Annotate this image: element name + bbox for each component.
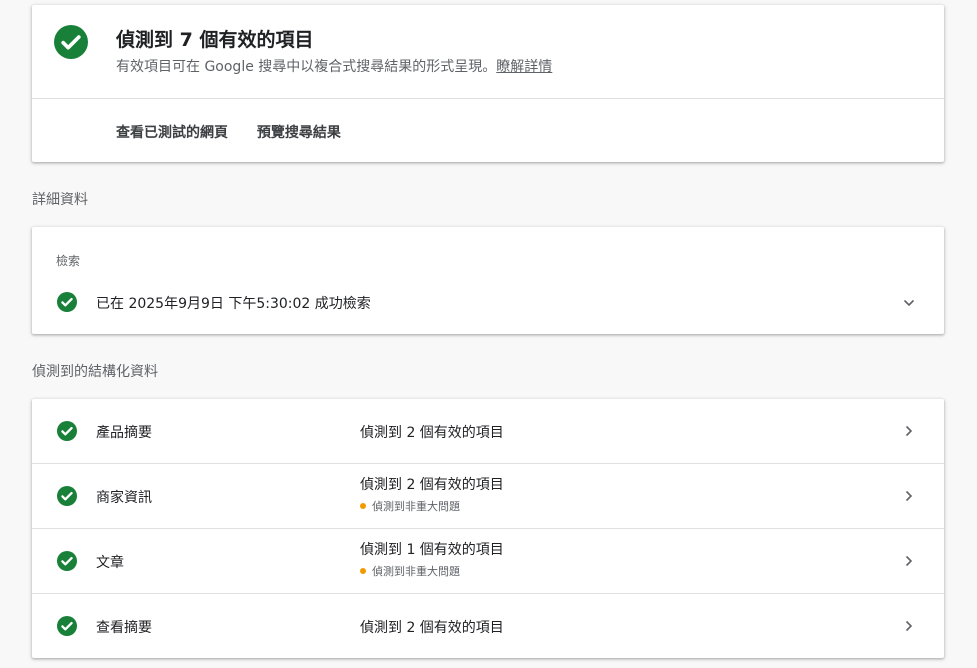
structured-data-card: 產品摘要 偵測到 2 個有效的項目 商家資訊 偵測到 2 個有效的項目 偵測到非…: [32, 399, 944, 658]
chevron-down-icon[interactable]: [902, 296, 916, 310]
crawl-details-card[interactable]: 檢索 已在 2025年9月9日 下午5:30:02 成功檢索: [32, 227, 944, 334]
item-name: 產品摘要: [96, 425, 152, 441]
check-circle-icon: [57, 616, 77, 636]
item-name: 查看摘要: [96, 620, 152, 636]
divider: [32, 98, 944, 99]
chevron-right-icon[interactable]: [902, 619, 916, 633]
chevron-right-icon[interactable]: [902, 489, 916, 503]
summary-card: 偵測到 7 個有效的項目 有效項目可在 Google 搜尋中以複合式搜尋結果的形…: [32, 5, 944, 162]
structured-section-label: 偵測到的結構化資料: [32, 364, 158, 380]
structured-item-row[interactable]: 產品摘要 偵測到 2 個有效的項目: [32, 399, 944, 463]
crawl-message: 已在 2025年9月9日 下午5:30:02 成功檢索: [96, 296, 371, 312]
item-name: 文章: [96, 555, 124, 571]
item-status: 偵測到 1 個有效的項目: [360, 542, 504, 558]
check-circle-icon: [57, 486, 77, 506]
check-circle-icon: [57, 292, 77, 312]
warning-dot-icon: [360, 503, 366, 509]
item-status: 偵測到 2 個有效的項目: [360, 620, 504, 636]
summary-actions: 查看已測試的網頁 預覽搜尋結果: [116, 122, 365, 142]
warning-dot-icon: [360, 568, 366, 574]
summary-title: 偵測到 7 個有效的項目: [116, 29, 314, 51]
details-section-label: 詳細資料: [32, 192, 88, 208]
preview-results-button[interactable]: 預覽搜尋結果: [257, 125, 341, 141]
item-name: 商家資訊: [96, 490, 152, 506]
structured-item-row[interactable]: 文章 偵測到 1 個有效的項目 偵測到非重大問題: [32, 528, 944, 594]
structured-item-row[interactable]: 商家資訊 偵測到 2 個有效的項目 偵測到非重大問題: [32, 463, 944, 529]
chevron-right-icon[interactable]: [902, 554, 916, 568]
check-circle-icon: [54, 25, 88, 59]
item-warning: 偵測到非重大問題: [360, 498, 460, 514]
item-status: 偵測到 2 個有效的項目: [360, 477, 504, 493]
summary-subtitle: 有效項目可在 Google 搜尋中以複合式搜尋結果的形式呈現。瞭解詳情: [116, 59, 553, 75]
item-warning: 偵測到非重大問題: [360, 563, 460, 579]
check-circle-icon: [57, 421, 77, 441]
crawl-caption: 檢索: [56, 254, 81, 268]
structured-item-row[interactable]: 查看摘要 偵測到 2 個有效的項目: [32, 593, 944, 659]
learn-more-link[interactable]: 瞭解詳情: [496, 59, 552, 75]
check-circle-icon: [57, 551, 77, 571]
view-tested-page-button[interactable]: 查看已測試的網頁: [116, 125, 228, 141]
item-status: 偵測到 2 個有效的項目: [360, 425, 504, 441]
chevron-right-icon[interactable]: [902, 424, 916, 438]
